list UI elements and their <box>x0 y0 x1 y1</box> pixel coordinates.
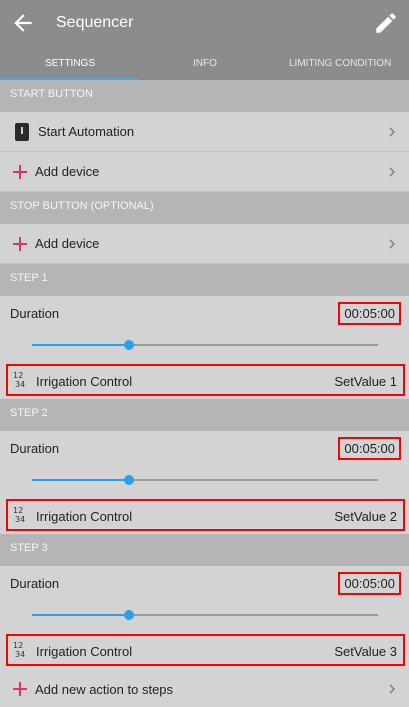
duration-block-step-3: Duration 00:05:00 <box>0 566 409 630</box>
action-row-step-2[interactable]: 12 34 Irrigation Control SetValue 2 <box>6 499 405 531</box>
action-row-step-3[interactable]: 12 34 Irrigation Control SetValue 3 <box>6 634 405 666</box>
duration-label: Duration <box>10 306 60 321</box>
pencil-icon[interactable] <box>373 10 399 36</box>
plus-icon <box>13 682 27 696</box>
action-label: Irrigation Control <box>36 644 133 659</box>
add-new-action-label: Add new action to steps <box>35 682 174 697</box>
svg-text:12: 12 <box>13 641 23 650</box>
section-step-3: STEP 3 <box>0 534 409 566</box>
chevron-right-icon <box>389 684 395 694</box>
device-icon <box>15 123 29 141</box>
duration-block-step-2: Duration 00:05:00 <box>0 431 409 495</box>
plus-icon <box>13 165 27 179</box>
add-device-row-start[interactable]: Add device <box>0 152 409 192</box>
section-start-button: START BUTTON <box>0 80 409 112</box>
action-value: SetValue 1 <box>334 374 397 389</box>
action-value: SetValue 3 <box>334 644 397 659</box>
add-device-label: Add device <box>35 236 100 251</box>
chevron-right-icon <box>389 239 395 249</box>
tab-settings[interactable]: SETTINGS <box>45 58 95 69</box>
duration-value[interactable]: 00:05:00 <box>338 572 401 595</box>
back-arrow-icon[interactable] <box>10 10 36 36</box>
slider-fill <box>32 344 129 346</box>
duration-slider[interactable] <box>32 610 378 620</box>
numbers-1234-icon: 12 34 <box>13 506 25 523</box>
duration-value[interactable]: 00:05:00 <box>338 302 401 325</box>
action-row-step-1[interactable]: 12 34 Irrigation Control SetValue 1 <box>6 364 405 396</box>
tab-info[interactable]: INFO <box>193 58 217 69</box>
slider-thumb[interactable] <box>124 610 134 620</box>
duration-slider[interactable] <box>32 340 378 350</box>
action-value: SetValue 2 <box>334 509 397 524</box>
plus-icon <box>13 237 27 251</box>
action-label: Irrigation Control <box>36 374 133 389</box>
chevron-right-icon <box>389 167 395 177</box>
slider-thumb[interactable] <box>124 475 134 485</box>
slider-thumb[interactable] <box>124 340 134 350</box>
start-automation-label: Start Automation <box>38 124 135 139</box>
svg-text:12: 12 <box>13 371 23 380</box>
duration-label: Duration <box>10 576 60 591</box>
tab-bar: SETTINGS INFO LIMITING CONDITION <box>0 48 409 80</box>
duration-value[interactable]: 00:05:00 <box>338 437 401 460</box>
slider-fill <box>32 479 129 481</box>
tab-limiting-condition[interactable]: LIMITING CONDITION <box>289 58 391 69</box>
section-stop-button: STOP BUTTON (OPTIONAL) <box>0 192 409 224</box>
svg-text:34: 34 <box>15 515 25 523</box>
section-step-1: STEP 1 <box>0 264 409 296</box>
duration-block-step-1: Duration 00:05:00 <box>0 296 409 360</box>
start-automation-row[interactable]: Start Automation <box>0 112 409 152</box>
action-label: Irrigation Control <box>36 509 133 524</box>
duration-label: Duration <box>10 441 60 456</box>
section-step-2: STEP 2 <box>0 399 409 431</box>
add-new-action-row[interactable]: Add new action to steps <box>0 670 409 707</box>
app-bar: Sequencer <box>0 0 409 48</box>
chevron-right-icon <box>389 127 395 137</box>
numbers-1234-icon: 12 34 <box>13 641 25 658</box>
duration-slider[interactable] <box>32 475 378 485</box>
add-device-row-stop[interactable]: Add device <box>0 224 409 264</box>
svg-text:12: 12 <box>13 506 23 515</box>
page-title: Sequencer <box>56 14 134 31</box>
slider-fill <box>32 614 129 616</box>
add-device-label: Add device <box>35 164 100 179</box>
numbers-1234-icon: 12 34 <box>13 371 25 388</box>
svg-text:34: 34 <box>15 380 25 388</box>
svg-text:34: 34 <box>15 650 25 658</box>
